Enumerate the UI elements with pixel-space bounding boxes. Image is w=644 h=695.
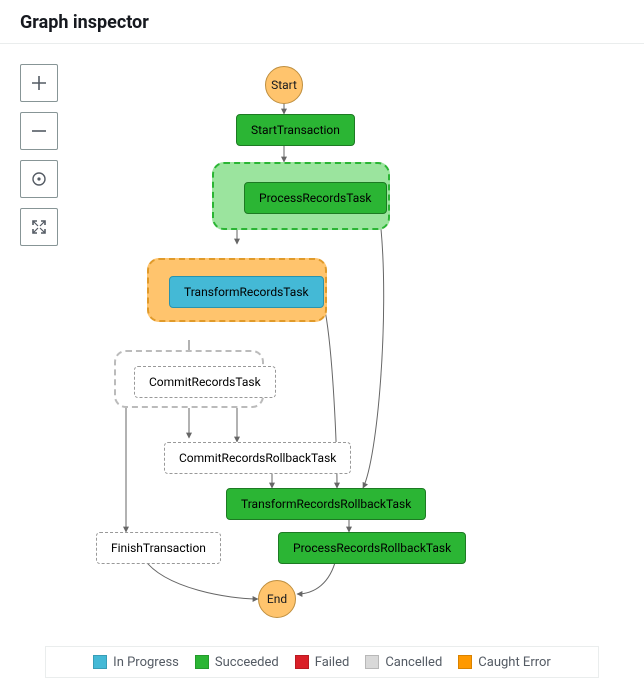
swatch-caught-error	[458, 655, 472, 669]
node-label: StartTransaction	[251, 123, 340, 137]
node-process-records[interactable]: ProcessRecordsTask	[244, 182, 387, 214]
swatch-in-progress	[93, 655, 107, 669]
plus-icon	[31, 75, 47, 91]
legend-label: Succeeded	[215, 655, 279, 670]
graph-canvas: Start StartTransaction ProcessRecordsTas…	[0, 44, 644, 684]
legend-label: Failed	[315, 655, 350, 670]
node-start-transaction[interactable]: StartTransaction	[236, 114, 355, 146]
zoom-out-button[interactable]	[20, 112, 58, 150]
legend-in-progress: In Progress	[93, 655, 179, 670]
node-transform-records-rollback[interactable]: TransformRecordsRollbackTask	[226, 488, 426, 520]
node-label: ProcessRecordsTask	[259, 191, 372, 205]
legend-cancelled: Cancelled	[365, 655, 442, 670]
node-label: FinishTransaction	[111, 541, 206, 555]
end-node[interactable]: End	[258, 580, 296, 618]
end-label: End	[267, 593, 287, 605]
page-title: Graph inspector	[20, 12, 624, 33]
legend-label: Cancelled	[385, 655, 442, 670]
target-icon	[31, 171, 47, 187]
start-node[interactable]: Start	[265, 66, 303, 104]
node-label: CommitRecordsRollbackTask	[179, 451, 336, 465]
swatch-failed	[295, 655, 309, 669]
node-label: TransformRecordsRollbackTask	[241, 497, 411, 511]
legend-succeeded: Succeeded	[195, 655, 279, 670]
legend-caught-error: Caught Error	[458, 655, 551, 670]
start-label: Start	[271, 79, 297, 91]
swatch-succeeded	[195, 655, 209, 669]
expand-icon	[31, 219, 47, 235]
minus-icon	[31, 123, 47, 139]
header: Graph inspector	[0, 0, 644, 44]
zoom-in-button[interactable]	[20, 64, 58, 102]
node-label: ProcessRecordsRollbackTask	[293, 541, 451, 555]
node-commit-records-rollback[interactable]: CommitRecordsRollbackTask	[164, 442, 351, 474]
center-button[interactable]	[20, 160, 58, 198]
node-finish-transaction[interactable]: FinishTransaction	[96, 532, 221, 564]
legend-label: Caught Error	[478, 655, 551, 670]
legend: In Progress Succeeded Failed Cancelled C…	[45, 646, 599, 678]
legend-failed: Failed	[295, 655, 350, 670]
fit-screen-button[interactable]	[20, 208, 58, 246]
node-process-records-rollback[interactable]: ProcessRecordsRollbackTask	[278, 532, 466, 564]
toolbar	[20, 64, 58, 246]
node-label: CommitRecordsTask	[149, 375, 261, 389]
node-commit-records[interactable]: CommitRecordsTask	[134, 366, 276, 398]
swatch-cancelled	[365, 655, 379, 669]
node-transform-records[interactable]: TransformRecordsTask	[169, 276, 324, 308]
node-label: TransformRecordsTask	[184, 285, 309, 299]
legend-label: In Progress	[113, 655, 179, 670]
